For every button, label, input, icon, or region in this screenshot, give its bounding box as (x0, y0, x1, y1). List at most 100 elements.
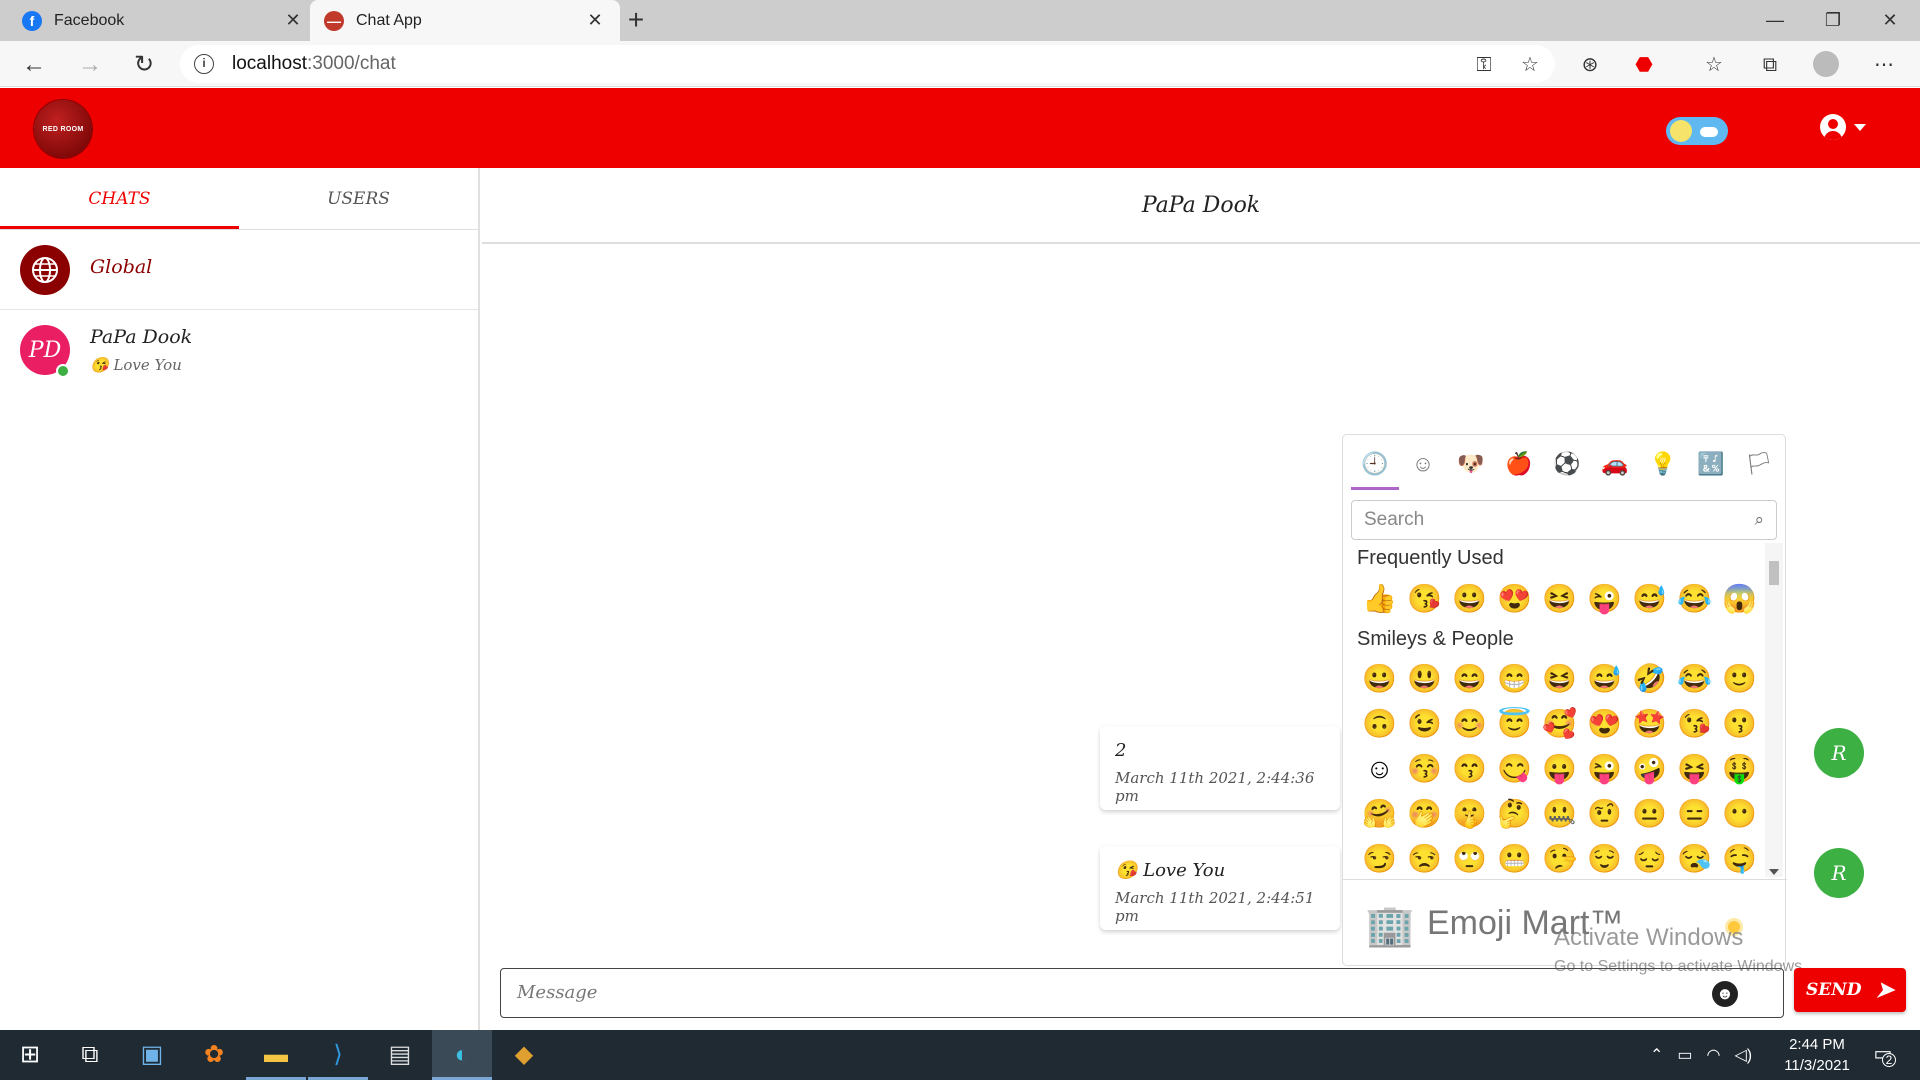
emoji-button[interactable]: 😁 (1492, 659, 1537, 699)
emoji-button[interactable]: 🤐 (1537, 794, 1582, 834)
minimize-button[interactable]: — (1755, 6, 1795, 34)
url-field[interactable]: i localhost:3000/chat (180, 45, 1555, 83)
theme-toggle[interactable] (1666, 117, 1728, 145)
emoji-button[interactable]: 😘 (1672, 704, 1717, 744)
emoji-button[interactable]: 🤗 (1357, 794, 1402, 834)
objects-category-icon[interactable]: 💡 (1648, 449, 1678, 479)
emoji-button[interactable]: 😜 (1582, 749, 1627, 789)
emoji-button[interactable]: 😃 (1402, 659, 1447, 699)
windows-start-icon[interactable]: ⊞ (0, 1030, 60, 1080)
extension-icon[interactable]: ⊛ (1576, 51, 1604, 79)
scroll-down-icon[interactable] (1769, 869, 1779, 875)
emoji-button[interactable]: 😔 (1627, 839, 1672, 879)
maximize-button[interactable]: ❐ (1813, 6, 1853, 34)
send-button[interactable]: SEND ➤ (1794, 968, 1906, 1012)
more-menu-icon[interactable]: ⋯ (1870, 51, 1898, 79)
emoji-button[interactable]: 🙂 (1717, 659, 1762, 699)
emoji-button[interactable]: 😛 (1537, 749, 1582, 789)
wifi-icon[interactable]: ◠ (1707, 1045, 1721, 1065)
emoji-button[interactable]: 😄 (1447, 659, 1492, 699)
new-tab-button[interactable]: + (620, 4, 652, 36)
emoji-button[interactable]: 😂 (1672, 659, 1717, 699)
app-logo[interactable]: RED ROOM (34, 100, 92, 158)
emoji-button[interactable]: 🤩 (1627, 704, 1672, 744)
emoji-button[interactable]: 🤭 (1402, 794, 1447, 834)
message-input[interactable]: Message (500, 968, 1784, 1018)
battery-icon[interactable]: ▭ (1677, 1045, 1692, 1065)
site-info-icon[interactable]: i (194, 54, 214, 74)
emoji-button[interactable]: 😗 (1717, 704, 1762, 744)
emoji-button[interactable]: 😑 (1672, 794, 1717, 834)
emoji-button[interactable]: 😀 (1447, 579, 1492, 619)
emoji-button[interactable]: 😊 (1447, 704, 1492, 744)
task-view-icon[interactable]: ⧉ (60, 1030, 120, 1080)
clock[interactable]: 2:44 PM 11/3/2021 (1772, 1034, 1862, 1076)
refresh-icon[interactable]: ↻ (128, 49, 160, 81)
add-favorite-icon[interactable]: ☆ (1516, 51, 1544, 79)
edge-browser-icon[interactable]: ◐ (432, 1030, 492, 1080)
emoji-button[interactable]: 😏 (1357, 839, 1402, 879)
emoji-button[interactable]: 🙄 (1447, 839, 1492, 879)
forward-arrow-icon[interactable]: → (74, 49, 106, 81)
emoji-button[interactable]: 😅 (1582, 659, 1627, 699)
smileys-category-icon[interactable]: ☺ (1408, 449, 1438, 479)
scrollbar-thumb[interactable] (1769, 561, 1779, 585)
emoji-button[interactable]: 😘 (1402, 579, 1447, 619)
emoji-search-input[interactable]: Search ⌕ (1351, 500, 1777, 540)
emoji-scrollbar[interactable] (1765, 543, 1783, 877)
emoji-button[interactable]: 😅 (1627, 579, 1672, 619)
emoji-button[interactable]: 🤪 (1627, 749, 1672, 789)
favorites-icon[interactable]: ☆ (1700, 51, 1728, 79)
emoji-button[interactable]: 😝 (1672, 749, 1717, 789)
tab-users[interactable]: USERS (239, 168, 478, 229)
emoji-button[interactable]: 😱 (1717, 579, 1762, 619)
emoji-button[interactable]: 😚 (1402, 749, 1447, 789)
travel-category-icon[interactable]: 🚗 (1600, 449, 1630, 479)
profile-icon[interactable] (1812, 51, 1840, 79)
emoji-button[interactable]: 😶 (1717, 794, 1762, 834)
emoji-button[interactable]: 🤥 (1537, 839, 1582, 879)
close-tab-icon[interactable]: ✕ (584, 10, 606, 31)
emoji-button[interactable]: 😙 (1447, 749, 1492, 789)
chevron-up-icon[interactable]: ⌃ (1650, 1045, 1663, 1065)
emoji-button[interactable]: 🥰 (1537, 704, 1582, 744)
emoji-button[interactable]: 😆 (1537, 579, 1582, 619)
chat-item-global[interactable]: Global (0, 230, 478, 310)
flags-category-icon[interactable]: 🏳 (1744, 449, 1774, 479)
close-window-button[interactable]: ✕ (1870, 6, 1910, 34)
emoji-button[interactable]: 🤑 (1717, 749, 1762, 789)
emoji-button[interactable]: 😉 (1402, 704, 1447, 744)
emoji-button[interactable]: 😂 (1672, 579, 1717, 619)
emoji-button[interactable]: 😆 (1537, 659, 1582, 699)
emoji-button[interactable]: 🤣 (1627, 659, 1672, 699)
file-explorer-icon[interactable]: ▬ (246, 1030, 306, 1080)
emoji-button[interactable]: 👍 (1357, 579, 1402, 619)
emoji-button[interactable]: 😀 (1357, 659, 1402, 699)
tab-chats[interactable]: CHATS (0, 168, 239, 229)
emoji-button[interactable]: 😐 (1627, 794, 1672, 834)
vscode-icon[interactable]: ⟩ (308, 1030, 368, 1080)
emoji-button[interactable]: 🤨 (1582, 794, 1627, 834)
emoji-button[interactable]: 🙃 (1357, 704, 1402, 744)
tab-chat-app[interactable]: — Chat App ✕ (310, 0, 620, 41)
emoji-button[interactable]: 😪 (1672, 839, 1717, 879)
contact-card-icon[interactable]: ▣ (122, 1030, 182, 1080)
emoji-button[interactable]: ☺ (1357, 749, 1402, 789)
emoji-button[interactable]: 😌 (1582, 839, 1627, 879)
emoji-button[interactable]: 😍 (1582, 704, 1627, 744)
emoji-button[interactable]: 😬 (1492, 839, 1537, 879)
emoji-button[interactable]: 😒 (1402, 839, 1447, 879)
volume-icon[interactable]: ◁) (1735, 1045, 1753, 1065)
emoji-button[interactable]: 🤔 (1492, 794, 1537, 834)
emoji-button[interactable]: 🤤 (1717, 839, 1762, 879)
collections-icon[interactable]: ⧉ (1756, 51, 1784, 79)
activity-category-icon[interactable]: ⚽ (1552, 449, 1582, 479)
notification-center-icon[interactable]: ▭ 2 (1868, 1041, 1898, 1069)
tab-facebook[interactable]: f Facebook ✕ (8, 0, 318, 41)
chat-item-papa-dook[interactable]: PD PaPa Dook 😘 Love You (0, 310, 478, 390)
emoji-button[interactable]: 😋 (1492, 749, 1537, 789)
symbols-category-icon[interactable]: 🔣 (1696, 449, 1726, 479)
animals-category-icon[interactable]: 🐶 (1456, 449, 1486, 479)
emoji-button[interactable]: 😇 (1492, 704, 1537, 744)
recent-category-icon[interactable]: 🕘 (1360, 449, 1390, 479)
